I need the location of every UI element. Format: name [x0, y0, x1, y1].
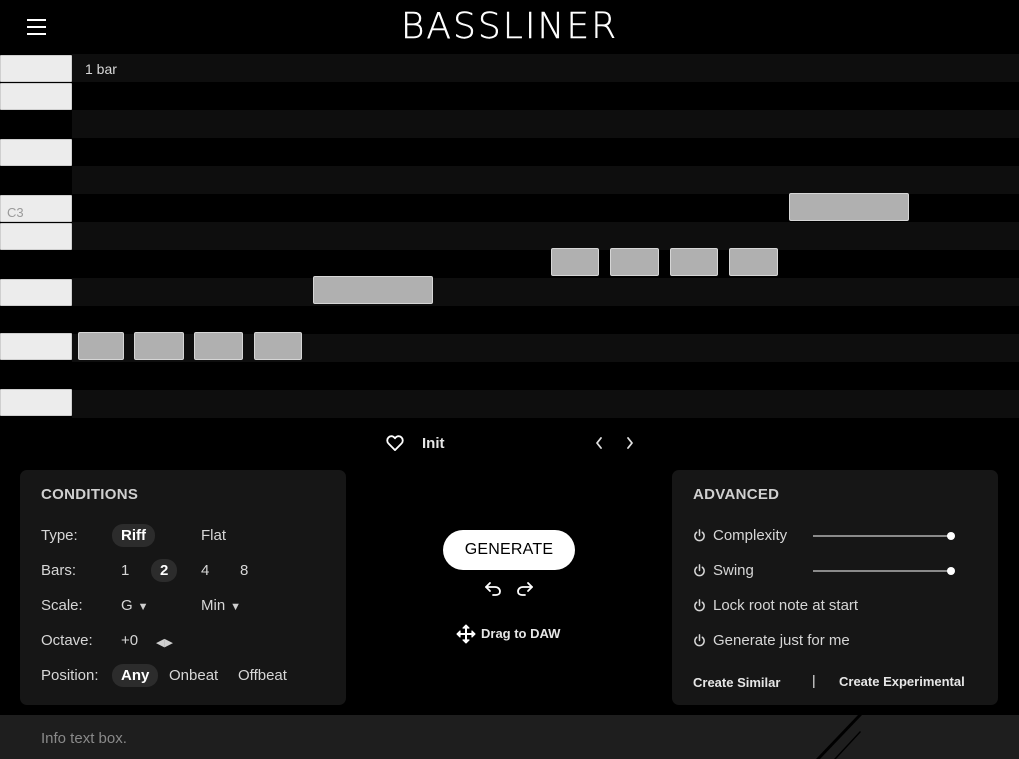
pitch-lane[interactable] — [72, 138, 1019, 166]
position-option-onbeat[interactable]: Onbeat — [169, 667, 218, 684]
note-block[interactable] — [670, 248, 718, 276]
info-text: Info text box. — [41, 730, 127, 747]
piano-key[interactable] — [0, 279, 72, 306]
position-label: Position: — [41, 667, 99, 684]
type-label: Type: — [41, 527, 78, 544]
generate-button[interactable]: GENERATE — [443, 530, 575, 570]
preset-name: Init — [422, 435, 445, 452]
complexity-slider[interactable] — [813, 531, 955, 541]
scale-label: Scale: — [41, 597, 83, 614]
lock-root-label: Lock root note at start — [713, 597, 859, 614]
position-option-offbeat[interactable]: Offbeat — [238, 667, 287, 684]
pitch-lane[interactable] — [72, 222, 1019, 250]
chevron-left-icon[interactable] — [592, 434, 606, 452]
just-for-me-label: Generate just for me — [713, 632, 850, 649]
complexity-label: Complexity — [713, 527, 788, 544]
advanced-title: ADVANCED — [693, 486, 780, 503]
pitch-lane[interactable] — [72, 390, 1019, 418]
power-icon[interactable] — [693, 634, 706, 647]
create-similar-button[interactable]: Create Similar — [693, 675, 780, 690]
bars-option-4[interactable]: 4 — [201, 562, 209, 579]
pitch-lane[interactable] — [72, 82, 1019, 110]
piano-key-c3[interactable]: C3 — [0, 195, 72, 222]
resize-handle-icon[interactable] — [810, 715, 870, 759]
advanced-panel: ADVANCED Complexity Swing Lock root note… — [672, 470, 998, 705]
bar-label: 1 bar — [85, 61, 117, 77]
note-block[interactable] — [610, 248, 659, 276]
slider-track — [813, 535, 953, 537]
pitch-lane[interactable] — [72, 54, 1019, 82]
move-icon — [456, 624, 476, 644]
octave-label: Octave: — [41, 632, 93, 649]
key-label: C3 — [7, 205, 24, 220]
info-bar: Info text box. — [0, 715, 1019, 759]
conditions-panel: CONDITIONS Type: Riff Flat Bars: 1 2 4 8… — [20, 470, 346, 705]
power-icon[interactable] — [693, 529, 706, 542]
dropdown-arrow-icon: ▼ — [230, 601, 242, 613]
pitch-lane[interactable] — [72, 362, 1019, 390]
chevron-right-icon[interactable] — [623, 434, 637, 452]
note-block[interactable] — [551, 248, 599, 276]
type-option-flat[interactable]: Flat — [201, 527, 226, 544]
note-block[interactable] — [194, 332, 243, 360]
pitch-lane[interactable] — [72, 166, 1019, 194]
scale-mode-select[interactable]: Min ▼ — [201, 597, 241, 614]
piano-key[interactable] — [0, 139, 72, 166]
piano-key[interactable] — [0, 389, 72, 416]
app-title: BASSLINER — [400, 6, 619, 47]
triangle-right-icon[interactable]: ▶ — [164, 637, 172, 649]
dropdown-arrow-icon: ▼ — [137, 601, 149, 613]
type-option-riff[interactable]: Riff — [112, 524, 155, 547]
power-icon[interactable] — [693, 599, 706, 612]
pitch-lane[interactable] — [72, 278, 1019, 306]
scale-key-value: G — [121, 597, 133, 614]
octave-stepper[interactable]: ◀▶ — [156, 636, 173, 649]
bars-option-2[interactable]: 2 — [151, 559, 178, 582]
scale-mode-value: Min — [201, 597, 226, 614]
heart-icon[interactable] — [385, 433, 405, 453]
power-icon[interactable] — [693, 564, 706, 577]
octave-value: +0 — [121, 632, 139, 649]
slider-thumb[interactable] — [947, 532, 955, 540]
note-block[interactable] — [789, 193, 909, 221]
slider-track — [813, 570, 953, 572]
note-block[interactable] — [254, 332, 302, 360]
piano-key[interactable] — [0, 223, 72, 250]
drag-to-daw-label: Drag to DAW — [481, 626, 561, 641]
pitch-lane[interactable] — [72, 306, 1019, 334]
pitch-lane[interactable] — [72, 250, 1019, 278]
pitch-lane[interactable] — [72, 110, 1019, 138]
note-block[interactable] — [78, 332, 124, 360]
slider-thumb[interactable] — [947, 567, 955, 575]
piano-key[interactable] — [0, 83, 72, 110]
note-block[interactable] — [313, 276, 433, 304]
scale-key-select[interactable]: G ▼ — [121, 597, 149, 614]
conditions-title: CONDITIONS — [41, 486, 139, 503]
create-experimental-button[interactable]: Create Experimental — [839, 674, 965, 689]
piano-roll[interactable]: C3 — [0, 54, 1019, 418]
undo-icon[interactable] — [484, 580, 502, 596]
note-block[interactable] — [134, 332, 184, 360]
note-block[interactable] — [729, 248, 778, 276]
piano-key[interactable] — [0, 333, 72, 360]
bars-option-1[interactable]: 1 — [121, 562, 129, 579]
position-option-any[interactable]: Any — [112, 664, 159, 687]
redo-icon[interactable] — [516, 580, 534, 596]
swing-slider[interactable] — [813, 566, 955, 576]
bars-label: Bars: — [41, 562, 77, 579]
separator: | — [812, 672, 816, 688]
bars-option-8[interactable]: 8 — [240, 562, 248, 579]
piano-key[interactable] — [0, 55, 72, 82]
swing-label: Swing — [713, 562, 754, 579]
